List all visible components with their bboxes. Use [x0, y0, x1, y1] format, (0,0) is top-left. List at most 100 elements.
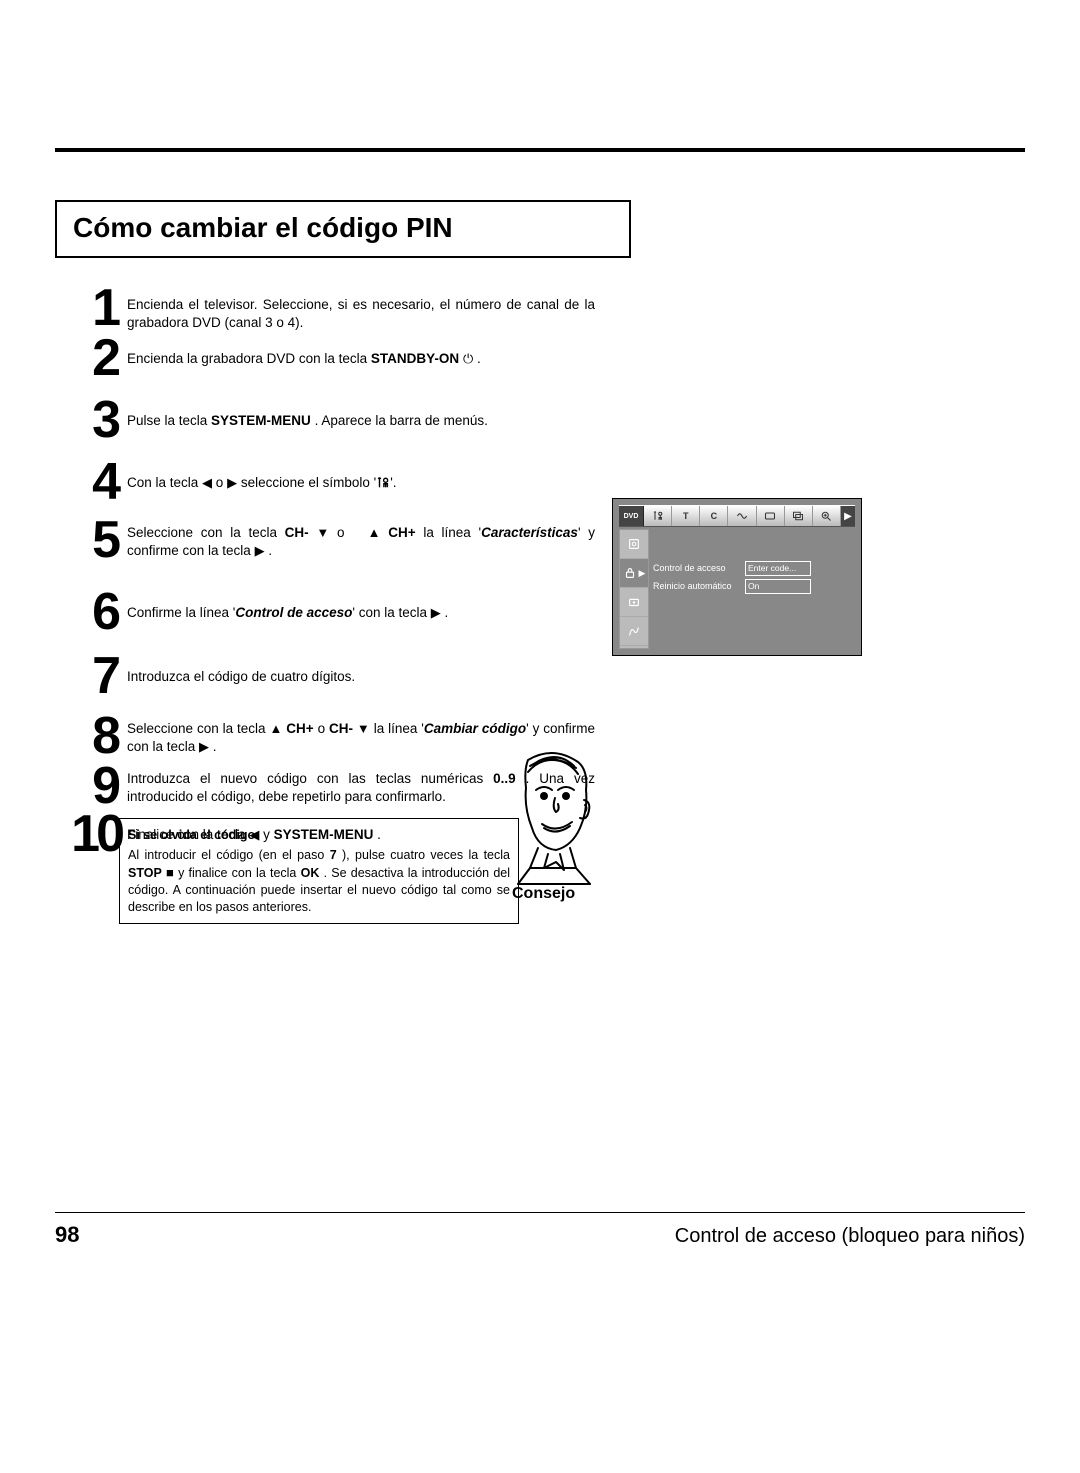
text: . Aparece la barra de menús. — [311, 413, 488, 428]
right-icon: ▶ — [255, 542, 265, 560]
text: '. — [390, 475, 396, 490]
osd-dvd-label: DVD — [619, 506, 644, 526]
osd-sidebar-icon-selected: ▶ — [620, 559, 648, 588]
text: o — [314, 721, 329, 736]
step-text: Con la tecla ◀ o ▶ seleccione el símbolo… — [127, 456, 595, 492]
osd-tab: C — [700, 506, 728, 526]
text: Introduzca el código de cuatro dígitos. — [127, 669, 355, 684]
features-symbol-icon — [376, 475, 390, 489]
osd-tab — [644, 506, 672, 526]
step-text: Pulse la tecla SYSTEM-MENU . Aparece la … — [127, 394, 595, 430]
osd-row-value: On — [745, 579, 811, 594]
step-number: 3 — [55, 394, 127, 446]
text: . — [209, 739, 217, 754]
text: Con la tecla — [127, 475, 202, 490]
menu-item: Control de acceso — [235, 605, 352, 620]
left-icon: ◀ — [202, 474, 212, 492]
osd-sidebar-icon — [620, 588, 648, 617]
text: o — [212, 475, 227, 490]
step-ref: 7 — [330, 848, 337, 862]
step-number: 6 — [55, 586, 127, 638]
tip-box: Si se olvida el código Al introducir el … — [119, 818, 519, 924]
right-icon: ▶ — [227, 474, 237, 492]
key-label: STOP — [128, 866, 162, 880]
osd-row-label: Reinicio automático — [651, 581, 745, 591]
footer-rule — [55, 1212, 1025, 1213]
step-number: 1 — [55, 282, 127, 334]
down-icon: ▼ — [357, 720, 370, 738]
text: Encienda el televisor. Seleccione, si es… — [127, 297, 595, 330]
power-icon: ⏻ — [463, 350, 473, 368]
text: y finalice con la tecla — [174, 866, 301, 880]
osd-tab: T — [672, 506, 700, 526]
key-label: SYSTEM-MENU — [211, 413, 311, 428]
step-6: 6 Confirme la línea 'Control de acceso' … — [55, 586, 595, 638]
step-4: 4 Con la tecla ◀ o ▶ seleccione el símbo… — [55, 456, 595, 508]
text: Confirme la línea ' — [127, 605, 235, 620]
text: Seleccione con la tecla — [127, 721, 269, 736]
stop-icon: ■ — [166, 864, 174, 882]
step-text: Encienda la grabadora DVD con la tecla S… — [127, 332, 595, 368]
osd-screenshot: DVD T C ▶ ▶ Control de acceso Enter code… — [612, 498, 862, 656]
text: la línea ' — [416, 525, 482, 540]
osd-row-value: Enter code... — [745, 561, 811, 576]
right-icon: ▶ — [431, 604, 441, 622]
osd-sidebar-icon — [620, 530, 648, 559]
text: Pulse la tecla — [127, 413, 211, 428]
step-number: 7 — [55, 650, 127, 702]
step-number: 5 — [55, 514, 127, 566]
key-label: OK — [301, 866, 320, 880]
step-number: 8 — [55, 710, 127, 762]
down-icon: ▼ — [316, 524, 329, 542]
osd-row-label: Control de acceso — [651, 563, 745, 573]
footer-title: Control de acceso (bloqueo para niños) — [675, 1225, 1025, 1248]
step-text: Introduzca el código de cuatro dígitos. — [127, 650, 595, 686]
step-7: 7 Introduzca el código de cuatro dígitos… — [55, 650, 595, 702]
text: ), pulse cuatro veces la tecla — [337, 848, 510, 862]
step-3: 3 Pulse la tecla SYSTEM-MENU . Aparece l… — [55, 394, 595, 446]
key-label: CH- — [329, 721, 353, 736]
osd-sidebar-icon — [620, 617, 648, 646]
step-2: 2 Encienda la grabadora DVD con la tecla… — [55, 332, 595, 384]
step-text: Encienda el televisor. Seleccione, si es… — [127, 282, 595, 332]
osd-sidebar: ▶ — [619, 529, 649, 649]
menu-item: Características — [481, 525, 578, 540]
menu-item: Cambiar código — [424, 721, 526, 736]
text: Introduzca el nuevo código con las tecla… — [127, 771, 493, 786]
section-title: Cómo cambiar el código PIN — [73, 212, 613, 244]
step-number: 2 — [55, 332, 127, 384]
step-1: 1 Encienda el televisor. Seleccione, si … — [55, 282, 595, 334]
osd-arrow-icon: ▶ — [841, 506, 855, 526]
key-label: STANDBY-ON — [371, 351, 459, 366]
text: . — [473, 351, 481, 366]
step-text: Seleccione con la tecla CH- ▼ o ▲ CH+ la… — [127, 514, 595, 560]
osd-body: Control de acceso Enter code... Reinicio… — [651, 529, 855, 649]
key-label: CH+ — [388, 525, 415, 540]
tip-title: Si se olvida el código — [128, 827, 510, 844]
key-label: CH- — [285, 525, 309, 540]
up-icon: ▲ — [368, 524, 381, 542]
osd-tab — [757, 506, 785, 526]
text: . — [265, 543, 273, 558]
text: Seleccione con la tecla — [127, 525, 285, 540]
tip-illustration — [508, 750, 598, 890]
right-icon: ▶ — [199, 738, 209, 756]
step-number: 4 — [55, 456, 127, 508]
top-rule — [55, 148, 1025, 152]
text: Encienda la grabadora DVD con la tecla — [127, 351, 371, 366]
right-icon: ▶ — [639, 568, 646, 579]
osd-tab — [785, 506, 813, 526]
page-number: 98 — [55, 1222, 79, 1248]
text: ' con la tecla — [352, 605, 430, 620]
step-5: 5 Seleccione con la tecla CH- ▼ o ▲ CH+ … — [55, 514, 595, 566]
osd-tab — [813, 506, 841, 526]
up-icon: ▲ — [269, 720, 282, 738]
manual-page: Cómo cambiar el código PIN 1 Encienda el… — [0, 0, 1080, 1473]
step-number: 10 — [55, 808, 127, 860]
text: la línea ' — [370, 721, 424, 736]
osd-row: Control de acceso Enter code... — [651, 559, 855, 577]
text: . — [441, 605, 449, 620]
key-label: CH+ — [286, 721, 313, 736]
text: seleccione el símbolo ' — [237, 475, 376, 490]
step-text: Confirme la línea 'Control de acceso' co… — [127, 586, 595, 622]
